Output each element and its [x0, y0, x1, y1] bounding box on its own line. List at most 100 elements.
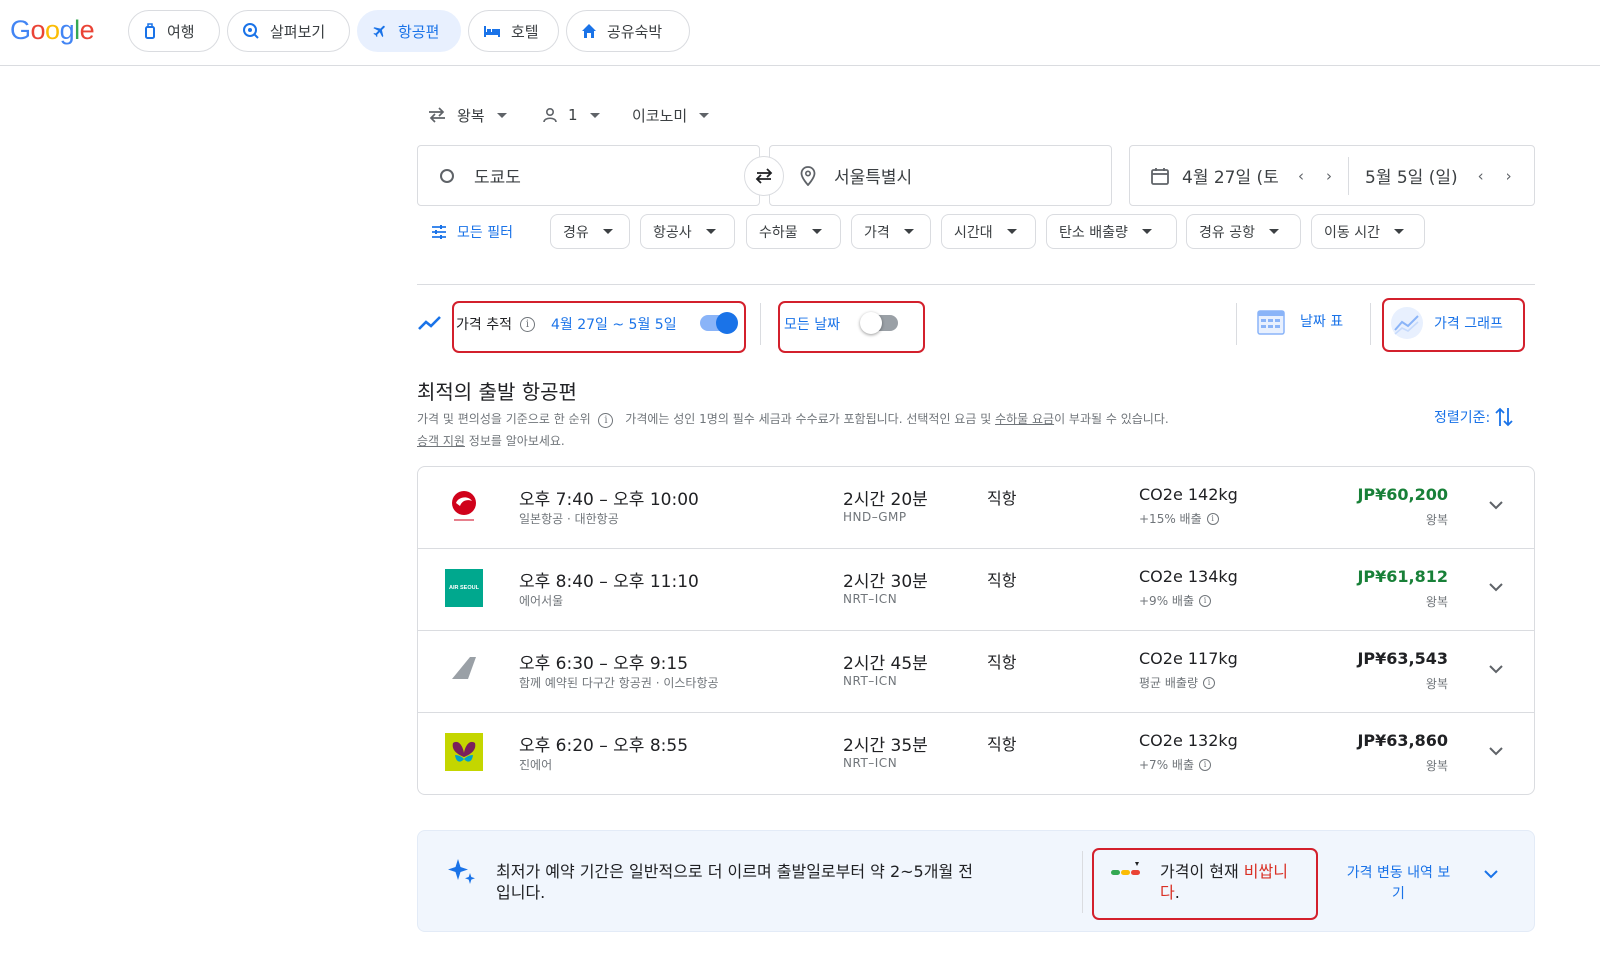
- chevron-down-icon[interactable]: [1488, 497, 1504, 513]
- chevron-down-icon: [705, 229, 716, 234]
- tab-vacation-rentals[interactable]: 공유숙박: [566, 10, 690, 52]
- info-icon[interactable]: i: [1206, 512, 1219, 525]
- return-date-value[interactable]: 5월 5일 (일): [1365, 163, 1458, 188]
- tab-hotels[interactable]: 호텔: [468, 10, 559, 52]
- flight-duration: 2시간 35분: [843, 736, 928, 756]
- sort-button[interactable]: 정렬기준:: [1434, 406, 1514, 428]
- assist-note: 정보를 알아보세요.: [464, 434, 565, 448]
- sparkle-icon: [448, 859, 475, 884]
- fee-note-b: 이 부과될 수 있습니다.: [1054, 412, 1169, 426]
- flight-times: 오후 6:30 – 오후 9:15: [519, 654, 689, 674]
- booking-tip: 최저가 예약 기간은 일반적으로 더 이르며 출발일로부터 약 2~5개월 전 …: [496, 861, 973, 903]
- passengers-select[interactable]: 1: [542, 101, 600, 129]
- return-prev-icon[interactable]: ‹: [1478, 167, 1484, 185]
- price-tracking-toggle[interactable]: [700, 312, 738, 335]
- chevron-down-icon[interactable]: [1488, 743, 1504, 759]
- flight-price: JP¥63,543: [1357, 649, 1448, 668]
- luggage-icon: [145, 23, 155, 39]
- tab-label: 호텔: [511, 22, 539, 41]
- chevron-down-icon[interactable]: [1488, 579, 1504, 595]
- ranking-note: 가격 및 편의성을 기준으로 한 순위: [417, 412, 591, 426]
- filter-chip-airlines[interactable]: 항공사: [640, 214, 735, 249]
- info-icon[interactable]: i: [1203, 676, 1216, 689]
- swap-arrows-icon: [429, 107, 445, 123]
- destination-input[interactable]: 서울특별시: [769, 145, 1112, 206]
- price-status-value-end: 다: [1160, 883, 1175, 902]
- tail-fin-logo: [452, 657, 476, 679]
- chip-label: 가격: [864, 224, 890, 241]
- info-icon[interactable]: i: [1199, 594, 1211, 607]
- co2-emissions: CO2e 142kg: [1139, 485, 1238, 504]
- flight-price: JP¥61,812: [1357, 567, 1448, 586]
- origin-input[interactable]: 도쿄도: [417, 145, 760, 206]
- airline-name: 일본항공 · 대한항공: [519, 512, 619, 526]
- return-next-icon[interactable]: ›: [1506, 167, 1512, 185]
- depart-next-icon[interactable]: ›: [1326, 167, 1332, 185]
- sort-label: 정렬기준:: [1434, 410, 1491, 426]
- info-icon[interactable]: i: [1199, 758, 1211, 771]
- history-link-line1: 가격 변동 내역 보: [1346, 865, 1451, 881]
- depart-date-value[interactable]: 4월 27일 (토): [1182, 163, 1280, 188]
- chevron-down-icon: [1268, 229, 1279, 234]
- tracking-range: 4월 27일 ~ 5월 5일: [550, 317, 677, 333]
- google-logo[interactable]: Google: [10, 15, 95, 46]
- chip-label: 이동 시간: [1324, 224, 1380, 241]
- explore-icon: [243, 23, 259, 39]
- price-status-suffix: .: [1174, 883, 1180, 902]
- chip-label: 경유 공항: [1199, 224, 1255, 241]
- filter-chip-bags[interactable]: 수하물: [746, 214, 841, 249]
- price-history-link[interactable]: 가격 변동 내역 보 기: [1336, 863, 1461, 905]
- flight-route: NRT–ICN: [843, 756, 898, 770]
- trip-type-select[interactable]: 왕복: [427, 101, 507, 129]
- flight-row[interactable]: 오후 6:20 – 오후 8:55 진에어 2시간 35분 NRT–ICN 직항…: [418, 713, 1534, 795]
- tab-travel[interactable]: 여행: [128, 10, 220, 52]
- all-filters-button[interactable]: 모든 필터: [431, 222, 513, 242]
- chip-label: 수하물: [759, 224, 798, 241]
- filter-chip-stops[interactable]: 경유: [550, 214, 630, 249]
- chevron-down-icon[interactable]: [1483, 866, 1499, 882]
- any-dates-toggle[interactable]: [860, 312, 898, 335]
- swap-button[interactable]: [744, 156, 784, 196]
- filter-chip-connecting-airports[interactable]: 경유 공항: [1186, 214, 1301, 249]
- person-icon: [543, 107, 557, 123]
- filter-chip-duration[interactable]: 이동 시간: [1311, 214, 1425, 249]
- info-icon[interactable]: i: [519, 316, 535, 332]
- price-level-icon: [1111, 862, 1140, 875]
- airline-name: 함께 예약된 다구간 항공권 · 이스타항공: [519, 676, 719, 690]
- filter-chip-times[interactable]: 시간대: [941, 214, 1036, 249]
- flight-row[interactable]: 오후 7:40 – 오후 10:00 일본항공 · 대한항공 2시간 20분 H…: [418, 467, 1534, 549]
- passenger-assistance-link[interactable]: 승객 지원: [417, 434, 465, 448]
- flight-row[interactable]: AIR SEOUL 오후 8:40 – 오후 11:10 에어서울 2시간 30…: [418, 549, 1534, 631]
- filter-chip-emissions[interactable]: 탄소 배출량: [1046, 214, 1177, 249]
- price-graph-button[interactable]: 가격 그래프: [1390, 306, 1503, 340]
- toggle-knob: [860, 312, 882, 334]
- flight-icon: [373, 25, 385, 38]
- chevron-down-icon: [1006, 229, 1017, 234]
- emissions-label: +9% 배출: [1139, 594, 1194, 608]
- tab-explore[interactable]: 살펴보기: [227, 10, 350, 52]
- booking-tip-line1: 최저가 예약 기간은 일반적으로 더 이르며 출발일로부터 약 2~5개월 전: [496, 862, 973, 881]
- date-grid-button[interactable]: 날짜 표: [1256, 306, 1343, 336]
- price-status-value: 비쌉니: [1243, 862, 1288, 881]
- divider-vertical: [1236, 303, 1237, 345]
- cabin-class-select[interactable]: 이코노미: [632, 101, 710, 129]
- price-graph-label: 가격 그래프: [1434, 316, 1503, 332]
- co2-emissions: CO2e 134kg: [1139, 567, 1238, 586]
- price-status: 가격이 현재 비쌉니 다.: [1160, 861, 1288, 903]
- divider-vertical: [1082, 851, 1083, 913]
- co2-emissions: CO2e 117kg: [1139, 649, 1238, 668]
- emissions-delta: +7% 배출 i: [1139, 756, 1211, 773]
- chevron-down-icon[interactable]: [1488, 661, 1504, 677]
- flight-times: 오후 8:40 – 오후 11:10: [519, 572, 699, 592]
- flight-route: NRT–ICN: [843, 674, 898, 688]
- tab-flights[interactable]: 항공편: [357, 10, 461, 52]
- flight-row[interactable]: 오후 6:30 – 오후 9:15 함께 예약된 다구간 항공권 · 이스타항공…: [418, 631, 1534, 713]
- info-icon[interactable]: i: [598, 413, 614, 428]
- chevron-down-icon: [1141, 229, 1152, 234]
- tune-icon: [432, 225, 446, 239]
- filter-chip-price[interactable]: 가격: [851, 214, 931, 249]
- baggage-fees-link[interactable]: 수하물 요금: [995, 412, 1054, 426]
- depart-prev-icon[interactable]: ‹: [1298, 167, 1304, 185]
- location-pin-icon: [800, 165, 816, 186]
- date-range-input: 4월 27일 (토) ‹ › 5월 5일 (일) ‹ ›: [1129, 145, 1535, 206]
